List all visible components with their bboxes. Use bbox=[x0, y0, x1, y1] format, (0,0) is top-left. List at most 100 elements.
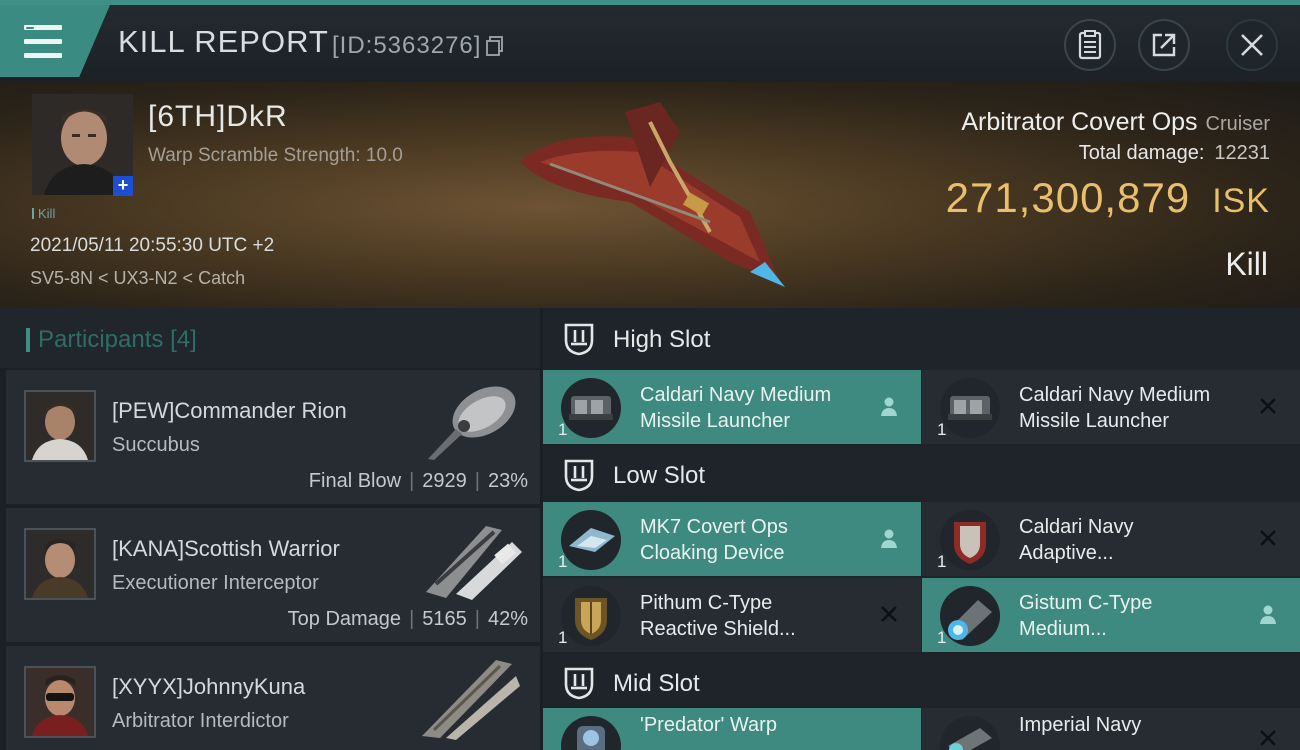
module-quantity: 1 bbox=[937, 420, 947, 439]
clipboard-icon bbox=[1078, 30, 1102, 60]
high-slot-title: High Slot bbox=[613, 326, 711, 353]
participant-ship: Executioner Interceptor bbox=[112, 572, 319, 594]
module-slot[interactable]: 1 Gistum C-Type Medium... bbox=[922, 578, 1300, 652]
participant-row[interactable]: [KANA]Scottish Warrior Executioner Inter… bbox=[6, 508, 540, 642]
participants-label: Participants bbox=[38, 326, 164, 353]
share-button[interactable] bbox=[1138, 19, 1190, 71]
ship-class: Cruiser bbox=[1205, 113, 1270, 135]
module-name: Gistum C-Type Medium... bbox=[1019, 590, 1249, 642]
armor-plate-icon bbox=[940, 510, 1000, 570]
participant-damage: 5165 bbox=[422, 608, 467, 630]
participant-stats: Final Blow | 2929 | 23% bbox=[308, 470, 528, 492]
module-quantity: 1 bbox=[558, 420, 568, 439]
module-name-line1: Gistum C-Type bbox=[1019, 592, 1153, 614]
total-damage: Total damage: 12231 bbox=[1079, 142, 1270, 165]
module-name-line2: Reactive Shield... bbox=[640, 618, 796, 640]
module-quantity: 1 bbox=[558, 628, 568, 647]
participants-count: [4] bbox=[170, 326, 197, 353]
module-quantity: 1 bbox=[558, 552, 568, 571]
result-label: Kill bbox=[1225, 246, 1268, 282]
kill-datetime: 2021/05/11 20:55:30 UTC +2 bbox=[30, 235, 275, 256]
missile-launcher-icon bbox=[561, 378, 621, 438]
isk-unit: ISK bbox=[1212, 182, 1270, 220]
module-slot[interactable]: 1 Caldari Navy Adaptive... bbox=[922, 502, 1300, 576]
mid-slot-icon bbox=[564, 667, 594, 700]
destroyed-x-icon bbox=[1260, 398, 1276, 414]
destroyed-x-icon bbox=[881, 606, 897, 622]
low-slot-icon bbox=[564, 459, 594, 492]
module-name: Caldari Navy Adaptive... bbox=[1019, 514, 1249, 566]
participant-row[interactable]: [PEW]Commander Rion Succubus Final Blow |… bbox=[6, 370, 540, 504]
module-slot[interactable]: 1 Caldari Navy Medium Missile Launcher bbox=[543, 370, 921, 444]
close-button[interactable] bbox=[1226, 19, 1278, 71]
menu-icon bbox=[24, 25, 62, 59]
missile-launcher-icon bbox=[940, 378, 1000, 438]
module-name-line1: Imperial Navy bbox=[1019, 714, 1142, 736]
participant-ship-image bbox=[426, 526, 522, 600]
module-quantity: 1 bbox=[937, 552, 947, 571]
participant-role: Top Damage bbox=[287, 608, 402, 630]
participant-avatar bbox=[24, 528, 96, 600]
module-name-line2: Missile Launcher bbox=[640, 410, 791, 432]
kill-location[interactable]: SV5-8N < UX3-N2 < Catch bbox=[30, 268, 245, 289]
copy-icon[interactable] bbox=[486, 36, 504, 56]
module-slot[interactable]: Imperial Navy bbox=[922, 708, 1300, 750]
module-name: Pithum C-Type Reactive Shield... bbox=[640, 590, 870, 642]
participant-ship: Succubus bbox=[112, 434, 200, 456]
participant-ship: Arbitrator Interdictor bbox=[112, 710, 289, 732]
participant-role: Final Blow bbox=[308, 470, 402, 492]
participant-stats: Top Damage | 5165 | 42% bbox=[287, 608, 528, 630]
plus-badge[interactable]: + bbox=[113, 176, 133, 196]
module-slot[interactable]: 1 MK7 Covert Ops Cloaking Device bbox=[543, 502, 921, 576]
propulsion-module-icon bbox=[940, 716, 1000, 750]
module-name: Caldari Navy Medium Missile Launcher bbox=[640, 382, 870, 434]
page-title: KILL REPORT bbox=[118, 24, 329, 59]
kill-tag: Kill bbox=[32, 206, 55, 221]
victim-ship-name[interactable]: Arbitrator Covert Ops Cruiser bbox=[961, 108, 1270, 137]
close-icon bbox=[1241, 34, 1263, 56]
module-name: Caldari Navy Medium Missile Launcher bbox=[1019, 382, 1249, 434]
participant-row[interactable]: [XYYX]JohnnyKuna Arbitrator Interdictor bbox=[6, 646, 540, 750]
participant-name: [KANA]Scottish Warrior bbox=[112, 536, 340, 561]
module-quantity: 1 bbox=[937, 628, 947, 647]
isk-value: 271,300,879 ISK bbox=[946, 174, 1270, 222]
participant-name: [XYYX]JohnnyKuna bbox=[112, 674, 306, 699]
participant-damage: 2929 bbox=[422, 470, 467, 492]
module-name: Imperial Navy bbox=[1019, 712, 1249, 738]
module-name-line2: Adaptive... bbox=[1019, 542, 1114, 564]
module-name-line1: MK7 Covert Ops bbox=[640, 516, 788, 538]
warp-disruptor-icon bbox=[561, 716, 621, 750]
warp-scramble-strength: Warp Scramble Strength: 10.0 bbox=[148, 145, 403, 166]
module-slot[interactable]: 1 Pithum C-Type Reactive Shield... bbox=[543, 578, 921, 652]
participant-ship-image bbox=[422, 660, 520, 740]
destroyed-x-icon bbox=[1260, 730, 1276, 746]
participants-header[interactable]: Participants [4] bbox=[0, 308, 540, 368]
module-slot[interactable]: 'Predator' Warp bbox=[543, 708, 921, 750]
dropped-person-icon bbox=[1260, 605, 1276, 624]
participant-ship-image bbox=[428, 386, 516, 460]
participants-title: Participants [4] bbox=[26, 326, 197, 354]
module-name-line1: Pithum C-Type bbox=[640, 592, 773, 614]
mid-slot-header: Mid Slot bbox=[543, 652, 1300, 714]
total-damage-value: 12231 bbox=[1214, 142, 1270, 164]
total-damage-label: Total damage: bbox=[1078, 142, 1205, 164]
participant-percent: 23% bbox=[487, 470, 528, 492]
header-bar: KILL REPORT [ID:5363276] bbox=[0, 0, 1300, 82]
module-name-line1: 'Predator' Warp bbox=[640, 714, 777, 736]
mid-slot-title: Mid Slot bbox=[613, 670, 700, 697]
cloaking-device-icon bbox=[561, 510, 621, 570]
dropped-person-icon bbox=[881, 397, 897, 416]
report-id: [ID:5363276] bbox=[332, 32, 482, 59]
module-name: MK7 Covert Ops Cloaking Device bbox=[640, 514, 870, 566]
clipboard-button[interactable] bbox=[1064, 19, 1116, 71]
module-name-line2: Cloaking Device bbox=[640, 542, 785, 564]
participant-avatar bbox=[24, 390, 96, 462]
module-slot[interactable]: 1 Caldari Navy Medium Missile Launcher bbox=[922, 370, 1300, 444]
module-name-line2: Missile Launcher bbox=[1019, 410, 1170, 432]
victim-name[interactable]: [6TH]DkR bbox=[148, 100, 288, 134]
high-slot-header: High Slot bbox=[543, 308, 1300, 370]
menu-button[interactable] bbox=[0, 5, 110, 77]
participants-panel: Participants [4] [PEW]Commander Rion Suc… bbox=[0, 308, 540, 750]
low-slot-title: Low Slot bbox=[613, 462, 706, 489]
module-name: 'Predator' Warp bbox=[640, 712, 870, 738]
